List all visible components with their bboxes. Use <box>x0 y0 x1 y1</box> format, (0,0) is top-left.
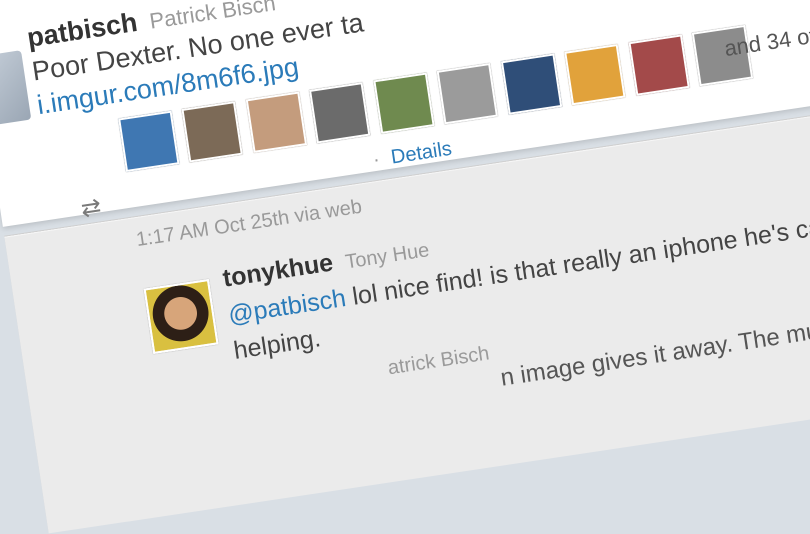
tweet-stage: patbisch Patrick Bisch Poor Dexter. No o… <box>0 0 810 534</box>
avatar[interactable] <box>0 50 32 127</box>
favoriter-avatar[interactable] <box>309 82 371 144</box>
favoriter-avatar[interactable] <box>628 34 690 96</box>
favoriter-avatar[interactable] <box>245 91 308 153</box>
favoriter-avatar[interactable] <box>181 101 244 163</box>
avatar[interactable] <box>143 278 219 354</box>
details-link[interactable]: Details <box>390 138 454 169</box>
favoriter-avatar[interactable] <box>564 43 626 106</box>
separator-dot: · <box>371 148 382 172</box>
retweet-icon[interactable]: ⇄ <box>79 192 103 224</box>
others-count[interactable]: and 34 others <box>723 16 810 62</box>
favoriter-avatar[interactable] <box>500 53 562 115</box>
favoriter-avatar[interactable] <box>118 110 180 172</box>
tweet-meta-row: · Details <box>366 138 454 173</box>
favoriter-avatar[interactable] <box>436 62 499 125</box>
favoriter-avatar[interactable] <box>373 72 435 134</box>
